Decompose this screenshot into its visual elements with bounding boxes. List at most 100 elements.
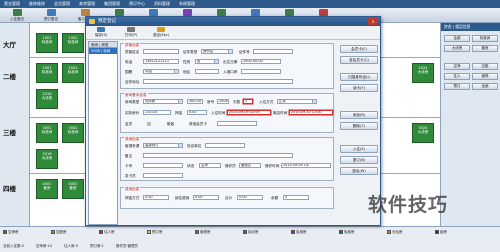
filter-button[interactable]: 维修 <box>472 73 498 80</box>
field-label: 合计 <box>225 196 233 200</box>
booking-form: 宾客信息 宾客姓名 证件类型 身份证 证件号 电话 13812121213 性别… <box>120 41 334 225</box>
filter-button[interactable]: 空净 <box>444 63 470 70</box>
region-select[interactable] <box>195 69 219 74</box>
menu-item[interactable]: 资料管理 <box>154 1 170 7</box>
print-icon <box>127 27 135 32</box>
field-label: 证件号 <box>239 50 250 54</box>
room-tile[interactable]: 4002 套房 <box>62 179 84 199</box>
save-icon <box>97 27 105 32</box>
filter-button[interactable]: 全部 <box>444 35 470 42</box>
sex-select[interactable]: 男 <box>195 59 219 64</box>
menu-item[interactable]: 维修维修 <box>29 1 45 7</box>
status-text: 预订房:1 <box>89 244 104 248</box>
filter-button[interactable]: 标准间 <box>472 35 498 42</box>
phone-input[interactable]: 13812121213 <box>143 59 179 64</box>
entry-port-select[interactable] <box>241 69 281 74</box>
country-select[interactable]: 中国 <box>143 69 179 74</box>
room-type: 标准间 <box>41 70 53 75</box>
room-tile[interactable]: 1001 标准间 <box>36 33 58 53</box>
clock-icon <box>182 9 192 16</box>
deposit-input[interactable]: 0.00 <box>187 110 207 115</box>
print-button[interactable]: 打印(P) <box>121 27 141 38</box>
id-type-select[interactable]: 身份证 <box>201 49 233 54</box>
room-tile[interactable]: 3016 大床房 <box>36 149 58 169</box>
menu-item[interactable]: 营业管理 <box>4 1 20 7</box>
real-price-input[interactable]: 210.00 <box>143 110 171 115</box>
walkin-checkbox[interactable]: 散客 <box>167 122 174 127</box>
toolbar-button[interactable]: 预订登记 <box>38 9 64 22</box>
delete-button[interactable]: 删除(T) <box>340 122 378 130</box>
menu-item[interactable]: 会员管理 <box>54 1 70 7</box>
close-button[interactable]: × <box>368 18 378 25</box>
agreement-select[interactable] <box>205 143 245 148</box>
legend-item: 住人房 <box>99 229 115 235</box>
source-select[interactable]: 直接预订 <box>143 143 183 148</box>
room-type-select[interactable]: 大床房 <box>143 99 183 104</box>
field-label: 备注 <box>125 154 133 158</box>
menu-item[interactable]: 集团管理 <box>104 1 120 7</box>
toolbar-button-label: 入住登记 <box>10 17 24 21</box>
other-card-input[interactable] <box>217 121 257 126</box>
legend-item: 免费房 <box>339 229 355 235</box>
filter-button[interactable]: 套房 <box>472 45 498 52</box>
legend-item: 锁房 <box>435 229 447 235</box>
read-card-button[interactable]: 读卡(F) <box>340 84 378 92</box>
filter-button[interactable]: 预订 <box>444 83 470 90</box>
dialog-title: 预定登记 <box>98 19 116 24</box>
checkin-button[interactable]: 入住(E) <box>340 145 378 153</box>
menu-bar: 营业管理 维修维修 会员管理 来宾管理 集团管理 预订中心 资料管理 系统管理 <box>0 0 500 8</box>
room-type: 大床房 <box>417 130 429 135</box>
field-label: 客源来源 <box>125 144 140 148</box>
days-input[interactable]: 1 <box>243 99 253 104</box>
room-tile[interactable]: 1002 标准间 <box>62 33 84 53</box>
room-tile[interactable]: 3002 标准间 <box>62 123 84 143</box>
member-add-checkbox[interactable]: 加 <box>147 122 151 127</box>
menu-item[interactable]: 来宾管理 <box>79 1 95 7</box>
filter-button[interactable]: 空脏 <box>472 63 498 70</box>
menu-item[interactable]: 系统管理 <box>179 1 195 7</box>
room-tile[interactable]: 2001 标准间 <box>36 63 58 83</box>
filter-button[interactable]: 大床房 <box>444 45 470 52</box>
room-number-input[interactable]: 2008 <box>217 99 229 104</box>
depart-time-input[interactable]: 2015-09-10 12:00 <box>289 110 333 115</box>
shift-icon <box>284 9 294 16</box>
member-card-button[interactable]: 会员卡(F) <box>340 45 378 53</box>
right-panel-title: 房态 | 楼层信息 <box>441 23 500 31</box>
save-button[interactable]: 保存(S) <box>91 27 111 38</box>
toolbar-button[interactable]: 入住登记 <box>4 9 30 22</box>
source-value: 直接预订 <box>145 143 159 147</box>
birthday-input[interactable]: 2000-00-00 <box>241 59 281 64</box>
exit-dialog-button[interactable]: 退出(W) <box>340 167 378 175</box>
query-card-button[interactable]: 查会员卡(C) <box>340 56 378 64</box>
filter-button[interactable]: 全部 <box>472 83 498 90</box>
issuer-input[interactable] <box>143 173 183 178</box>
filter-button[interactable]: 住人 <box>444 73 470 80</box>
room-tile[interactable]: 2016 大床房 <box>36 89 58 109</box>
room-tile[interactable]: 3024 大床房 <box>412 123 434 143</box>
chevron-down-icon <box>178 144 182 147</box>
arrive-time-input[interactable]: 2015-09-09 02:09 <box>227 110 271 115</box>
member-checkbox-label[interactable]: 会员 <box>125 122 132 127</box>
guest-name-input[interactable] <box>143 49 179 54</box>
print-label: 打印(P) <box>124 33 138 37</box>
stay-mode-select[interactable]: 正常 <box>277 99 317 104</box>
room-tile[interactable]: 2002 标准间 <box>62 63 84 83</box>
checkin-icon <box>12 9 22 16</box>
scan-id-button[interactable]: 扫描身份证(I) <box>340 73 378 81</box>
exit-button[interactable]: 退出(Esc) <box>151 27 171 38</box>
room-tile[interactable]: 3001 标准间 <box>36 123 58 143</box>
room-tile[interactable]: 2024 大床房 <box>412 63 434 83</box>
floor-label-3: 三楼 <box>3 129 16 137</box>
note-input[interactable] <box>143 153 293 158</box>
menu-item[interactable]: 预订中心 <box>129 1 145 7</box>
address-input[interactable] <box>143 79 293 84</box>
add-button[interactable]: 添加(R) <box>340 111 378 119</box>
room-tile[interactable]: 4001 套房 <box>36 179 58 199</box>
legend-item: 空净房 <box>3 229 19 235</box>
id-number-input[interactable] <box>253 49 293 54</box>
card-number-input[interactable] <box>143 163 183 168</box>
price-input[interactable]: 300.00 <box>187 99 203 104</box>
room-list-row[interactable]: 2008 | 标间 <box>89 48 117 54</box>
cancel-booking-button[interactable]: 退订(B) <box>340 156 378 164</box>
booking-icon <box>46 9 56 16</box>
